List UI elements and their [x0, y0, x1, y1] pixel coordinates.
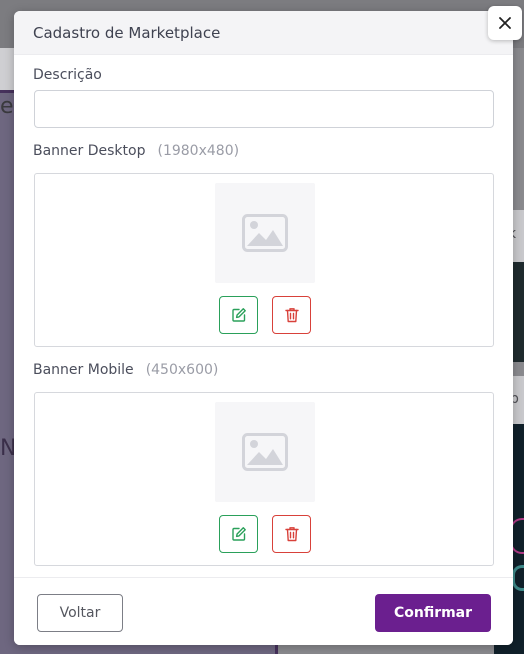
banner-mobile-upload [34, 392, 494, 566]
back-button[interactable]: Voltar [37, 594, 123, 632]
banner-desktop-size-hint: (1980x480) [157, 143, 240, 159]
background-strip [0, 48, 14, 90]
banner-desktop-delete-button[interactable] [272, 296, 311, 334]
description-label: Descrição [33, 67, 102, 83]
banner-mobile-label: Banner Mobile (450x600) [33, 362, 218, 378]
description-input[interactable] [34, 90, 494, 128]
close-button[interactable] [488, 6, 522, 40]
modal-header: Cadastro de Marketplace [14, 11, 513, 55]
trash-icon [284, 308, 299, 323]
banner-desktop-edit-button[interactable] [219, 296, 258, 334]
modal-footer: Voltar Confirmar [14, 577, 513, 645]
marketplace-modal: Cadastro de Marketplace Descrição Banner… [14, 11, 513, 645]
banner-mobile-label-text: Banner Mobile [33, 362, 134, 378]
edit-icon [231, 527, 246, 541]
banner-mobile-delete-button[interactable] [272, 515, 311, 553]
banner-desktop-preview [215, 183, 315, 283]
modal-body: Descrição Banner Desktop (1980x480) Bann… [14, 55, 513, 577]
confirm-button[interactable]: Confirmar [375, 594, 491, 632]
modal-title: Cadastro de Marketplace [33, 23, 221, 42]
image-icon [242, 214, 288, 252]
banner-desktop-label-text: Banner Desktop [33, 143, 146, 159]
image-icon [242, 433, 288, 471]
trash-icon [284, 527, 299, 542]
banner-desktop-upload [34, 173, 494, 347]
close-icon [499, 17, 511, 29]
edit-icon [231, 308, 246, 322]
banner-mobile-edit-button[interactable] [219, 515, 258, 553]
background-decoration [512, 565, 524, 591]
background-text: e [0, 94, 14, 119]
banner-mobile-size-hint: (450x600) [145, 362, 219, 378]
banner-desktop-label: Banner Desktop (1980x480) [33, 143, 239, 159]
banner-mobile-preview [215, 402, 315, 502]
